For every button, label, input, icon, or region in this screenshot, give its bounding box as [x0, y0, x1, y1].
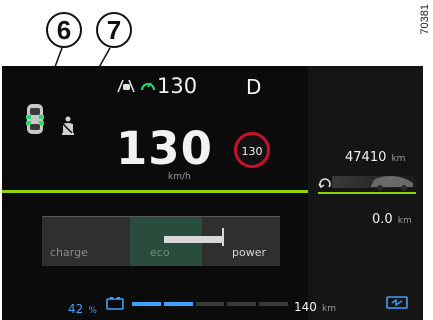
charging-status-icon: [386, 296, 408, 309]
power-gauge-charge-label: charge: [50, 246, 88, 259]
power-gauge-marker: [222, 228, 224, 246]
car-silhouette-icon: [371, 176, 413, 191]
adaptive-cruise-icon: [117, 79, 135, 93]
odometer-trip: 0.0 km: [372, 208, 412, 227]
power-gauge-ticks: [42, 216, 280, 225]
battery-icon: [106, 297, 124, 310]
battery-segment: [163, 302, 193, 306]
power-gauge-eco-label: eco: [150, 246, 170, 259]
separator-line: [2, 190, 308, 193]
speed-value: 130: [116, 122, 213, 175]
power-gauge: charge eco power: [42, 216, 280, 266]
battery-percent: 42 %: [68, 298, 97, 317]
door-icon: [26, 104, 44, 134]
speed-limit-value: 130: [241, 145, 263, 158]
odometer-trip-unit: km: [397, 216, 412, 226]
cruise-speedometer-icon: [141, 82, 155, 91]
instrument-cluster: 130 D 130 km/h 130 47410 km 0.0 km charg…: [2, 66, 423, 320]
battery-percent-unit: %: [88, 306, 97, 316]
cruise-setpoint: 130: [157, 74, 198, 98]
battery-range-value: 140: [294, 300, 317, 314]
battery-percent-value: 42: [68, 302, 84, 316]
regen-underline: [318, 192, 416, 194]
odometer-total: 47410 km: [345, 146, 405, 165]
power-gauge-power-label: power: [232, 246, 266, 259]
battery-range-unit: km: [322, 304, 336, 314]
seatbelt-icon: [62, 116, 74, 135]
odometer-total-value: 47410: [345, 150, 387, 165]
speed-unit: km/h: [168, 172, 191, 182]
battery-segment: [195, 302, 225, 306]
regen-icon: [318, 178, 331, 189]
battery-segment: [132, 302, 161, 306]
odometer-total-unit: km: [391, 154, 406, 164]
odometer-trip-value: 0.0: [372, 212, 393, 227]
speed-limit-sign: 130: [234, 132, 270, 168]
power-gauge-needle-bar: [164, 236, 222, 243]
battery-range: 140 km: [294, 296, 336, 315]
battery-level-bar: [132, 302, 288, 306]
battery-segment: [259, 302, 288, 306]
reference-code: 70381: [419, 4, 431, 35]
gear-indicator: D: [246, 75, 262, 99]
battery-segment: [227, 302, 257, 306]
